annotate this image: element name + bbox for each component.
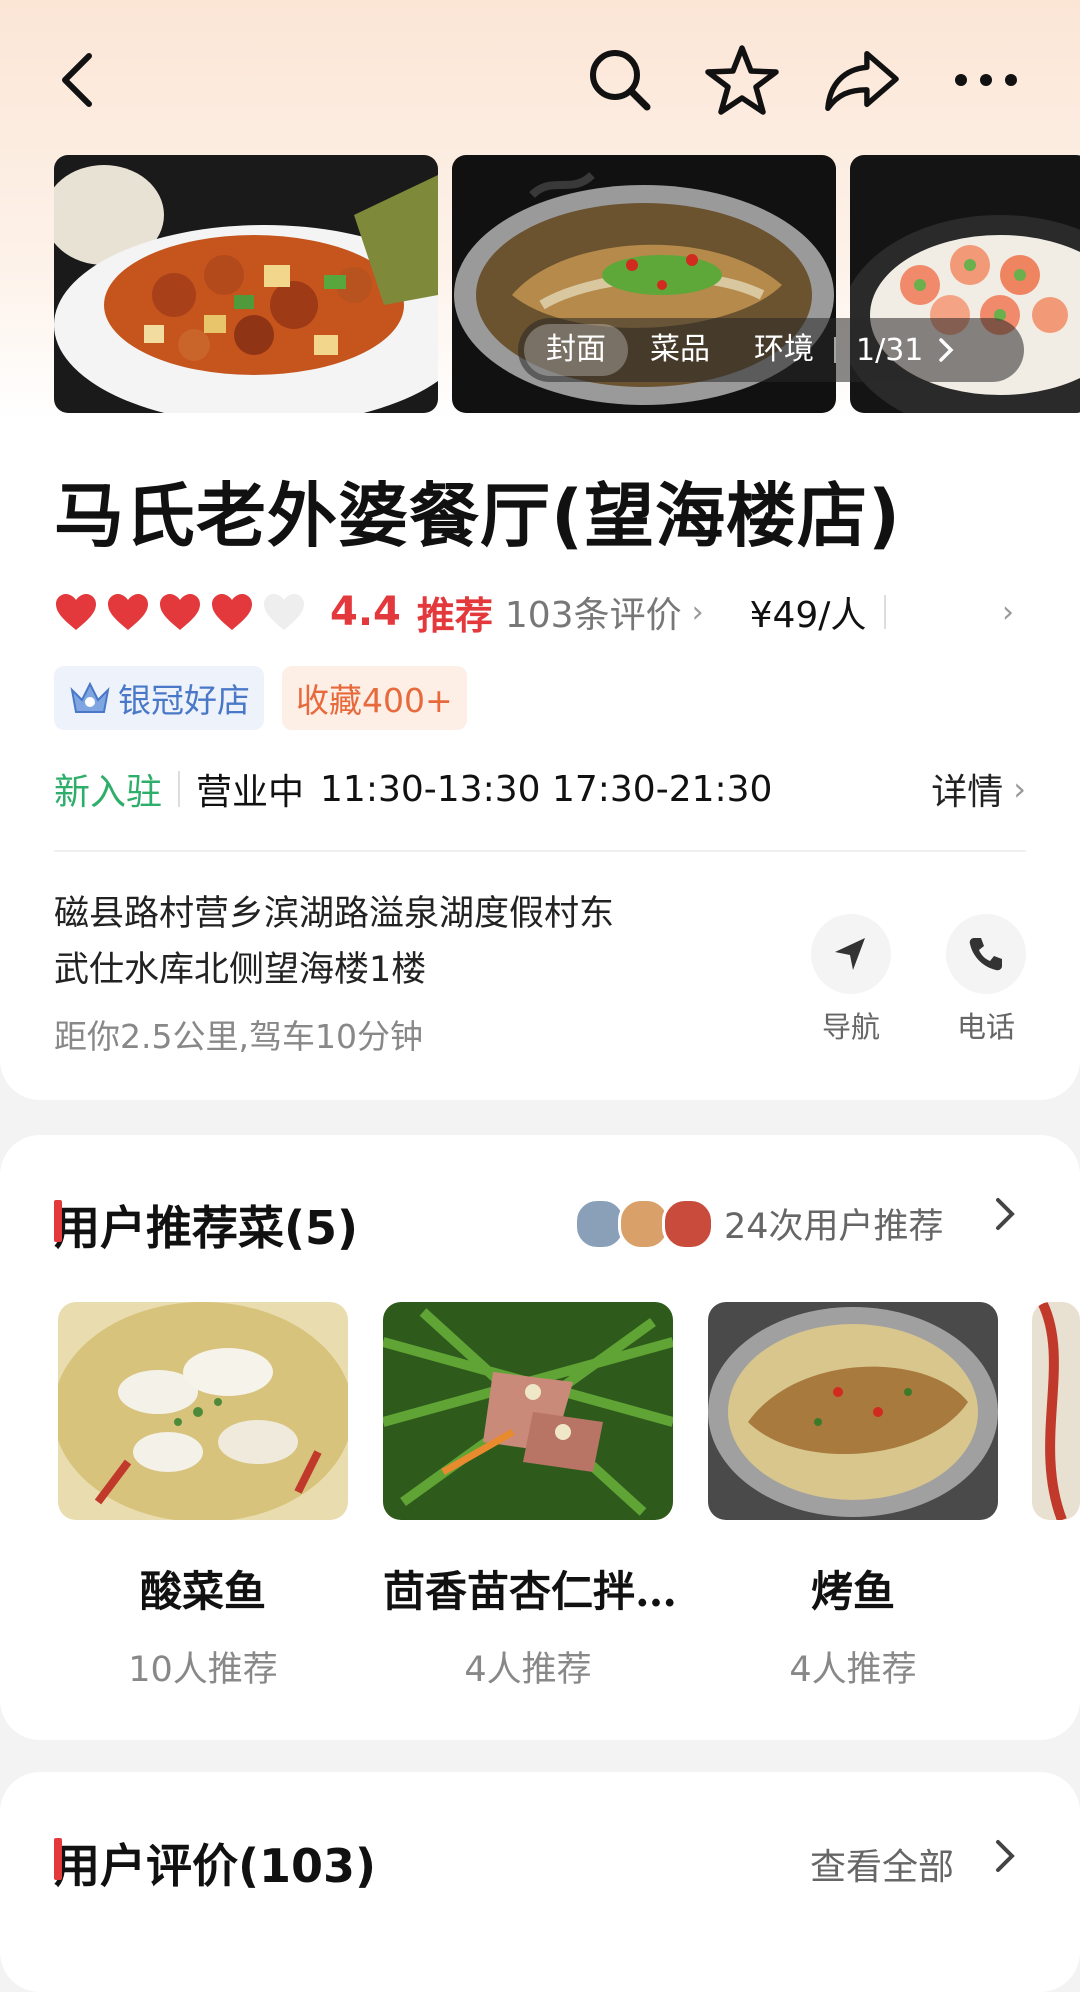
- phone-label: 电话: [956, 1010, 1015, 1044]
- dish-card[interactable]: 酸菜鱼 10人推荐: [58, 1302, 348, 1692]
- favorites-badge[interactable]: 收藏400+: [282, 666, 467, 730]
- recommender-avatars: [574, 1198, 714, 1250]
- heart-rating: [54, 592, 314, 632]
- divider: [54, 850, 1026, 852]
- new-shop-label: 新入驻: [54, 772, 163, 813]
- search-button[interactable]: [580, 40, 660, 120]
- photo-counter[interactable]: 1/31: [842, 333, 923, 368]
- tab-cover[interactable]: 封面: [524, 324, 628, 376]
- star-icon: [705, 45, 779, 115]
- share-icon: [825, 50, 899, 111]
- open-status: 营业中: [196, 772, 305, 813]
- dish-card[interactable]: 茴香苗杏仁拌… 4人推荐: [383, 1302, 678, 1692]
- chevron-right-icon: [939, 338, 954, 362]
- crown-icon: [70, 681, 110, 713]
- more-button[interactable]: [946, 40, 1026, 120]
- recommend-summary[interactable]: 24次用户推荐: [724, 1198, 944, 1249]
- search-icon: [590, 50, 651, 111]
- dish-image: [1032, 1302, 1080, 1520]
- heart-empty-icon: [264, 594, 304, 630]
- detail-link[interactable]: 详情: [931, 763, 1003, 815]
- dish-recommend-count: 4人推荐: [464, 1650, 592, 1690]
- heart-filled-icon: [212, 594, 252, 630]
- address-line: 磁县路村营乡滨湖路溢泉湖度假村东: [54, 894, 615, 934]
- back-arrow-icon: [62, 53, 92, 107]
- phone-icon: [969, 938, 1002, 971]
- navigation-arrow-icon: [835, 938, 865, 970]
- title-accent-bar: [54, 1200, 62, 1242]
- address-line: 武仕水库北侧望海楼1楼: [54, 950, 427, 990]
- gallery-tabs: 封面 菜品 环境 1/31: [518, 318, 1024, 382]
- heart-filled-icon: [108, 594, 148, 630]
- heart-filled-icon: [160, 594, 200, 630]
- dish-image: [58, 1302, 348, 1520]
- divider: [884, 595, 887, 629]
- tab-environment[interactable]: 环境: [732, 324, 828, 376]
- navigation-label: 导航: [821, 1010, 880, 1044]
- tab-dishes[interactable]: 菜品: [628, 324, 732, 376]
- dish-card-partial[interactable]: [1032, 1302, 1080, 1520]
- phone-button[interactable]: 电话: [941, 914, 1031, 1046]
- more-dots-icon: [955, 74, 1017, 86]
- gallery-photo-sweet-sour-pork[interactable]: [54, 155, 438, 413]
- recommend-label: 推荐: [416, 593, 493, 638]
- dish-recommend-count: 4人推荐: [789, 1650, 917, 1690]
- chevron-right-icon[interactable]: [992, 1836, 1018, 1885]
- address[interactable]: 磁县路村营乡滨湖路溢泉湖度假村东 武仕水库北侧望海楼1楼: [54, 886, 774, 998]
- badge-label: 银冠好店: [118, 681, 250, 720]
- rating-row: 4.4 推荐 103条评价 › ¥49/人 ›: [54, 580, 1014, 644]
- dish-image: [708, 1302, 998, 1520]
- distance-info: 距你2.5公里,驾车10分钟: [54, 1017, 423, 1056]
- dish-recommend-count: 10人推荐: [128, 1650, 278, 1690]
- badge-label: 收藏400+: [296, 681, 453, 720]
- dish-name: 茴香苗杏仁拌…: [383, 1567, 678, 1616]
- chevron-right-icon: ›: [1013, 770, 1026, 808]
- chevron-right-icon[interactable]: ›: [1002, 595, 1014, 630]
- title-accent-bar: [54, 1838, 62, 1880]
- user-reviews-title: 用户评价(103): [54, 1838, 377, 1893]
- phone-icon-circle: [946, 914, 1026, 994]
- chevron-right-icon: ›: [691, 594, 704, 630]
- share-button[interactable]: [822, 40, 902, 120]
- opening-hours: 11:30-13:30 17:30-21:30: [320, 768, 773, 810]
- tab-divider: [834, 337, 836, 363]
- review-count-link[interactable]: 103条评价: [505, 586, 682, 638]
- avatar: [662, 1198, 714, 1250]
- chevron-right-icon[interactable]: [992, 1194, 1018, 1243]
- rating-score: 4.4: [330, 589, 401, 635]
- top-nav-bar: [0, 0, 1080, 160]
- badge-row: 银冠好店 收藏400+: [54, 666, 485, 730]
- divider: [178, 771, 181, 807]
- dish-card[interactable]: 烤鱼 4人推荐: [708, 1302, 998, 1692]
- recommended-dishes-title: 用户推荐菜(5): [54, 1200, 359, 1255]
- navigation-button[interactable]: 导航: [806, 914, 896, 1046]
- avg-price: ¥49/人: [749, 595, 867, 636]
- dish-name: 酸菜鱼: [139, 1567, 266, 1616]
- silver-crown-badge[interactable]: 银冠好店: [54, 666, 264, 730]
- heart-filled-icon: [56, 594, 96, 630]
- dish-name: 烤鱼: [810, 1567, 895, 1616]
- shop-name: 马氏老外婆餐厅(望海楼店): [54, 475, 901, 557]
- business-hours-row[interactable]: 新入驻 营业中 11:30-13:30 17:30-21:30 详情 ›: [54, 762, 1026, 816]
- navigation-icon-circle: [811, 914, 891, 994]
- favorite-button[interactable]: [702, 40, 782, 120]
- back-button[interactable]: [38, 40, 118, 120]
- dish-image: [383, 1302, 673, 1520]
- see-all-reviews-link[interactable]: 查看全部: [810, 1838, 954, 1890]
